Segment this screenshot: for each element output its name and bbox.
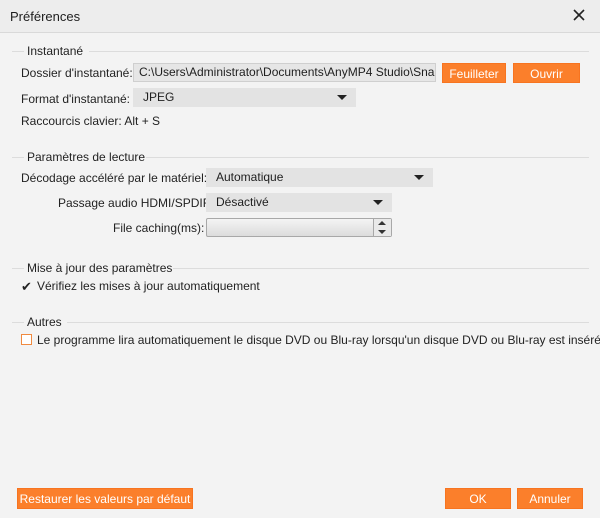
section-divider: [89, 51, 589, 52]
hw-decoding-value: Automatique: [216, 170, 284, 184]
ok-button[interactable]: OK: [445, 488, 511, 509]
section-divider: [12, 51, 24, 52]
spin-down-icon[interactable]: [378, 230, 386, 234]
audio-passthrough-value: Désactivé: [216, 195, 269, 209]
title-bar: Préférences: [0, 0, 600, 33]
restore-defaults-button[interactable]: Restaurer les valeurs par défaut: [17, 488, 193, 509]
file-caching-label: File caching(ms):: [113, 221, 205, 235]
snapshot-section-title: Instantané: [27, 44, 84, 58]
autoplay-checkbox[interactable]: [21, 334, 32, 345]
section-divider: [67, 322, 589, 323]
section-divider: [12, 322, 24, 323]
snapshot-folder-field[interactable]: C:\Users\Administrator\Documents\AnyMP4 …: [133, 63, 436, 82]
close-icon: [573, 9, 585, 21]
section-divider: [173, 268, 589, 269]
updates-section-title: Mise à jour des paramètres: [27, 261, 173, 275]
chevron-down-icon: [414, 175, 424, 180]
snapshot-format-value: JPEG: [143, 90, 175, 104]
audio-passthrough-label: Passage audio HDMI/SPDIF:: [58, 196, 214, 210]
snapshot-format-select[interactable]: JPEG: [133, 88, 356, 107]
section-divider: [146, 157, 589, 158]
spin-up-icon[interactable]: [378, 221, 386, 225]
browse-button[interactable]: Feuilleter: [442, 63, 506, 83]
others-section-title: Autres: [27, 315, 62, 329]
chevron-down-icon: [337, 95, 347, 100]
autoplay-label[interactable]: Le programme lira automatiquement le dis…: [37, 333, 600, 347]
snapshot-format-label: Format d'instantané:: [21, 92, 131, 106]
window-title: Préférences: [10, 9, 81, 24]
playback-section-title: Paramètres de lecture: [27, 150, 146, 164]
section-divider: [12, 157, 24, 158]
chevron-down-icon: [373, 200, 383, 205]
section-divider: [12, 268, 24, 269]
checkmark-icon[interactable]: ✔: [21, 279, 32, 295]
file-caching-spinbox[interactable]: [206, 218, 392, 237]
open-button[interactable]: Ouvrir: [513, 63, 580, 83]
hw-decoding-select[interactable]: Automatique: [206, 168, 433, 187]
close-button[interactable]: [571, 7, 587, 23]
snapshot-folder-label: Dossier d'instantané:: [21, 66, 133, 80]
audio-passthrough-select[interactable]: Désactivé: [206, 193, 392, 212]
cancel-button[interactable]: Annuler: [517, 488, 583, 509]
spinbox-arrows[interactable]: [373, 219, 391, 236]
shortcut-text: Raccourcis clavier: Alt + S: [21, 114, 161, 128]
auto-update-label[interactable]: Vérifiez les mises à jour automatiquemen…: [37, 279, 260, 293]
hw-decoding-label: Décodage accéléré par le matériel:: [21, 171, 208, 185]
